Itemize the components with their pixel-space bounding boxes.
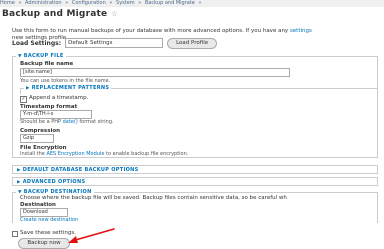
replacement-patterns-legend[interactable]: ▶ REPLACEMENT PATTERNS xyxy=(24,85,112,91)
destination-description: Choose where the backup file will be sav… xyxy=(20,195,287,201)
breadcrumb-administration[interactable]: Administration xyxy=(25,0,62,6)
aes-encryption-link[interactable]: AES Encryption Module xyxy=(46,151,104,157)
file-name-description: You can use tokens in the file name. xyxy=(20,78,111,84)
settings-link[interactable]: settings xyxy=(290,28,312,34)
file-name-label: Backup file name xyxy=(20,61,74,67)
triangle-down-icon: ▼ xyxy=(18,54,22,59)
page-title: Backup and Migrate xyxy=(2,8,108,19)
default-db-options-legend[interactable]: ▶ DEFAULT DATABASE BACKUP OPTIONS xyxy=(15,167,141,173)
append-timestamp-label: Append a timestamp. xyxy=(29,95,89,101)
advanced-options-legend[interactable]: ▶ ADVANCED OPTIONS xyxy=(15,179,88,185)
timestamp-format-input[interactable]: Y-m-d\TH-i-s xyxy=(20,110,92,119)
timestamp-format-description: Should be a PHP date() format string. xyxy=(20,119,114,125)
triangle-right-icon: ▶ xyxy=(17,180,21,185)
annotation-arrow-icon xyxy=(68,228,115,243)
file-name-input[interactable]: [site:name] xyxy=(20,68,290,77)
append-timestamp-checkbox[interactable]: ✓ xyxy=(20,96,27,103)
backup-file-legend[interactable]: ▼ BACKUP FILE xyxy=(16,53,66,59)
load-profile-button[interactable]: Load Profile xyxy=(167,37,218,49)
breadcrumb: Home » Administration » Configuration » … xyxy=(0,0,384,7)
title-row: Backup and Migrate ☆ xyxy=(2,7,118,20)
load-settings-label: Load Settings: xyxy=(12,39,62,47)
php-date-link[interactable]: date() xyxy=(63,119,78,125)
breadcrumb-configuration[interactable]: Configuration xyxy=(72,0,106,6)
breadcrumb-home[interactable]: Home xyxy=(0,0,15,6)
file-encryption-description: Install the AES Encryption Module to ena… xyxy=(20,151,189,157)
triangle-right-icon: ▶ xyxy=(17,168,21,173)
create-destination-link[interactable]: Create new destination xyxy=(20,217,78,223)
compression-select[interactable]: Gzip xyxy=(20,134,54,143)
advanced-options-fieldset: ▶ ADVANCED OPTIONS xyxy=(12,177,378,186)
default-db-options-fieldset: ▶ DEFAULT DATABASE BACKUP OPTIONS xyxy=(12,165,378,174)
breadcrumb-system[interactable]: System xyxy=(116,0,135,6)
load-settings-row: Load Settings: Default Settings Load Pro… xyxy=(12,37,218,49)
save-settings-checkbox[interactable] xyxy=(12,231,18,237)
shortcut-star-icon[interactable]: ☆ xyxy=(111,10,117,18)
destination-select[interactable]: Download xyxy=(20,208,68,217)
load-settings-select[interactable]: Default Settings xyxy=(65,38,164,48)
triangle-right-icon: ▶ xyxy=(26,86,30,91)
breadcrumb-backup-migrate[interactable]: Backup and Migrate xyxy=(145,0,195,6)
